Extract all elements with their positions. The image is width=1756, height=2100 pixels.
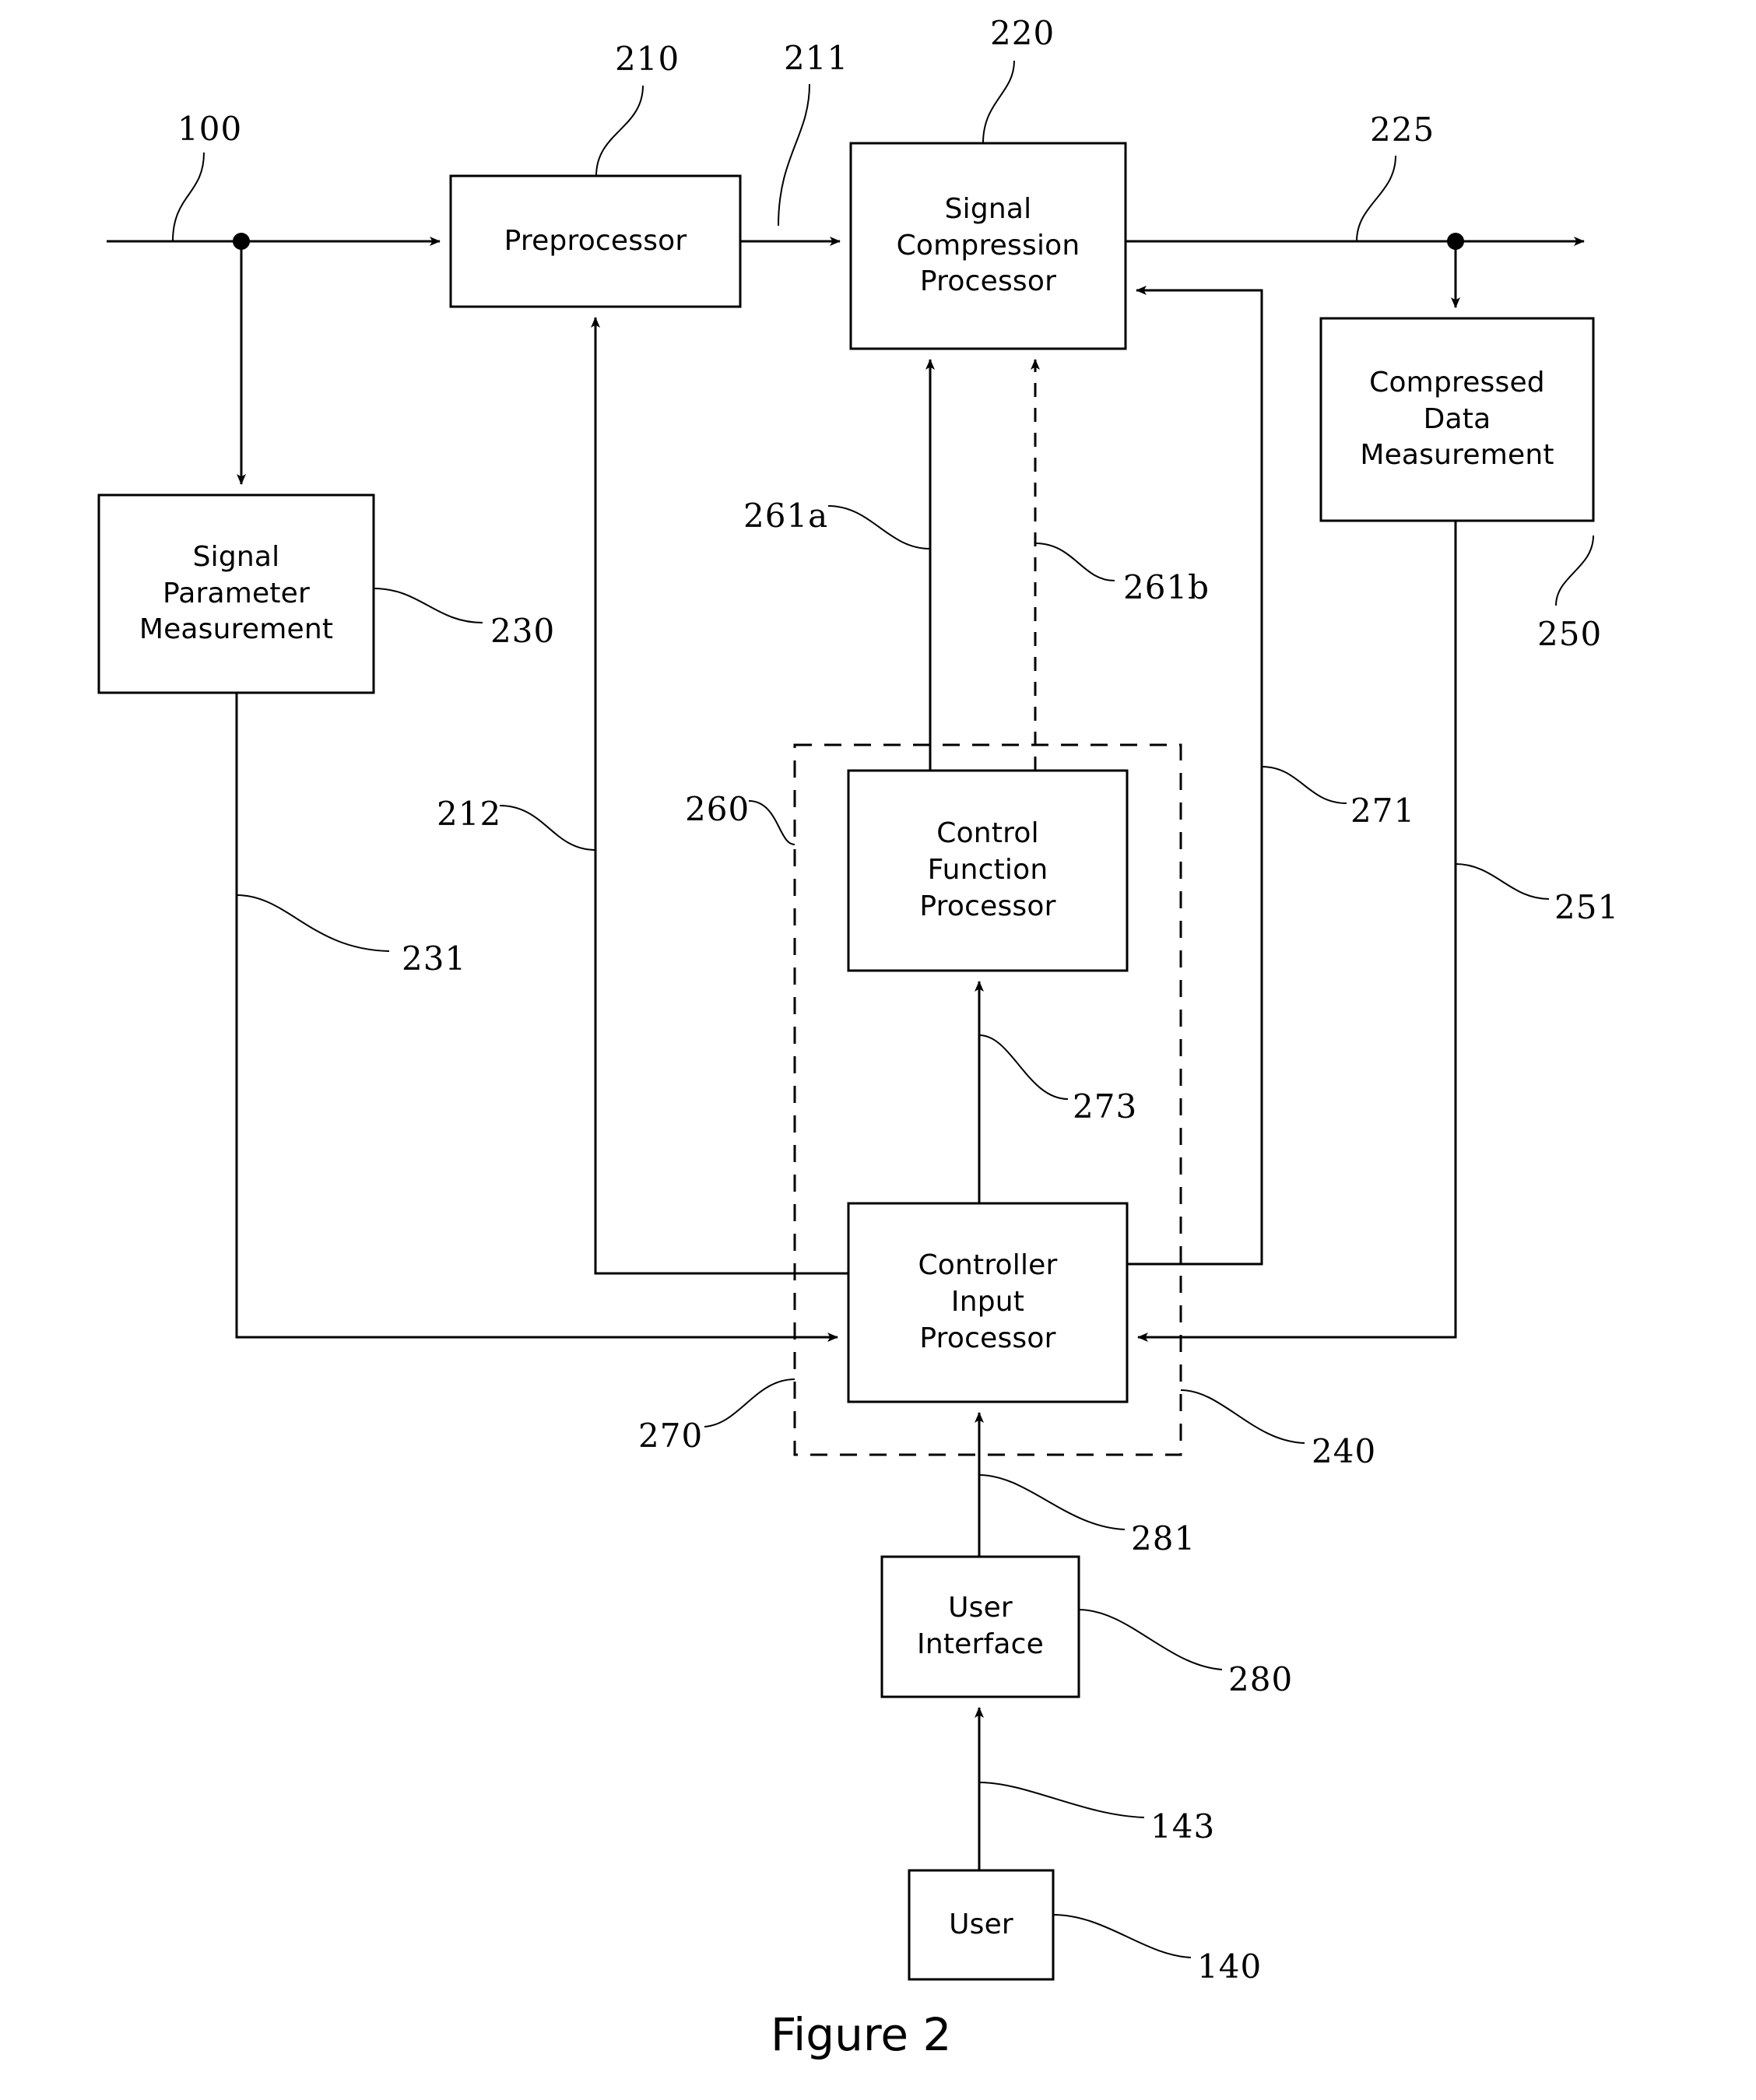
- ref-280: 280: [1228, 1660, 1294, 1698]
- patent-figure-2: Preprocessor Signal Compression Processo…: [0, 0, 1756, 2100]
- leader-143: [978, 1782, 1145, 1818]
- box-signal-parameter-measurement: [97, 493, 375, 694]
- box-signal-compression-processor: [849, 142, 1127, 350]
- leader-251: [1455, 863, 1550, 900]
- ref-273: 273: [1073, 1087, 1138, 1126]
- leader-100: [172, 152, 205, 242]
- leader-210: [595, 85, 644, 177]
- box-user: [908, 1869, 1055, 1981]
- ref-140: 140: [1197, 1947, 1263, 1986]
- leader-230: [373, 588, 483, 623]
- leader-240: [1180, 1389, 1305, 1444]
- leader-225: [1356, 155, 1396, 242]
- ref-281: 281: [1131, 1519, 1196, 1557]
- leader-280: [1078, 1609, 1223, 1670]
- box-controller-input-processor: [847, 1202, 1129, 1403]
- leader-231: [236, 894, 390, 952]
- wire-251-cdm-to-controller: [1137, 521, 1457, 1342]
- ref-271: 271: [1350, 792, 1416, 830]
- leader-261b: [1034, 543, 1115, 581]
- diagram-canvas: [97, 60, 1595, 1981]
- leader-212: [499, 805, 596, 851]
- leader-250: [1555, 535, 1594, 606]
- figure-caption: Figure 2: [771, 2008, 952, 2061]
- wire-271-cip-to-scp: [1127, 286, 1263, 1266]
- ref-211: 211: [784, 39, 849, 77]
- leader-261a: [827, 505, 931, 550]
- ref-210: 210: [615, 40, 680, 78]
- leader-271: [1261, 766, 1347, 804]
- leader-270: [704, 1378, 795, 1428]
- box-preprocessor: [449, 174, 742, 308]
- ref-143: 143: [1150, 1807, 1216, 1845]
- ref-270: 270: [638, 1417, 704, 1455]
- ref-261a: 261a: [743, 497, 829, 535]
- ref-240: 240: [1312, 1432, 1377, 1470]
- ref-212: 212: [437, 795, 502, 833]
- leader-140: [1052, 1914, 1192, 1958]
- box-control-function-processor: [847, 769, 1129, 972]
- ref-251: 251: [1554, 888, 1620, 926]
- ref-231: 231: [402, 939, 467, 978]
- leader-260: [748, 800, 795, 845]
- ref-100: 100: [177, 110, 243, 148]
- ref-261b: 261b: [1123, 568, 1210, 606]
- box-compressed-data-measurement: [1319, 317, 1595, 522]
- leader-273: [978, 1034, 1069, 1100]
- leader-281: [978, 1474, 1126, 1530]
- box-user-interface: [880, 1555, 1080, 1698]
- ref-250: 250: [1537, 615, 1603, 653]
- ref-225: 225: [1370, 111, 1435, 149]
- ref-220: 220: [990, 14, 1055, 52]
- leader-220: [982, 60, 1015, 144]
- leader-211: [778, 83, 810, 227]
- ref-260: 260: [685, 790, 750, 828]
- ref-230: 230: [490, 612, 556, 650]
